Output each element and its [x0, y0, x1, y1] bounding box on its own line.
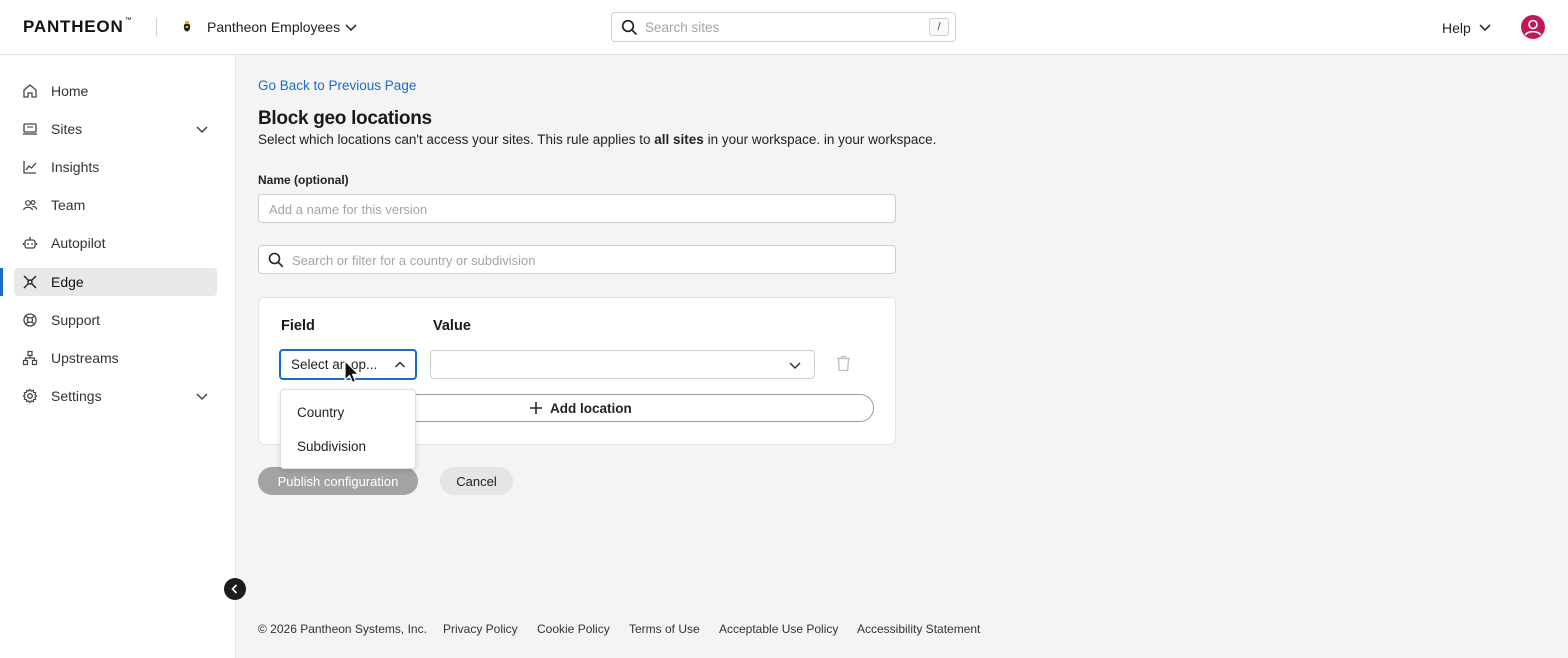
- workspace-icon: [183, 21, 191, 32]
- sidebar-item-edge[interactable]: Edge: [14, 268, 217, 296]
- sites-icon: [23, 123, 37, 135]
- sidebar-item-support[interactable]: Support: [14, 306, 217, 334]
- sidebar-item-settings[interactable]: Settings: [14, 382, 217, 410]
- mouse-cursor-icon: [344, 360, 360, 384]
- avatar[interactable]: [1521, 15, 1545, 39]
- value-column-header: Value: [433, 318, 471, 334]
- sidebar-item-label: Team: [51, 197, 86, 213]
- cookie-policy-link[interactable]: Cookie Policy: [537, 622, 610, 636]
- chevron-down-icon[interactable]: [195, 389, 209, 403]
- search-icon: [621, 19, 638, 36]
- accessibility-statement-link[interactable]: Accessibility Statement: [857, 622, 980, 636]
- insights-icon: [23, 161, 37, 174]
- user-icon: [1524, 19, 1542, 36]
- header-divider: [156, 18, 157, 36]
- description-text: Select which locations can't access your…: [258, 132, 655, 147]
- acceptable-use-policy-link[interactable]: Acceptable Use Policy: [719, 622, 838, 636]
- sidebar-item-label: Upstreams: [51, 350, 119, 366]
- chevron-up-icon: [394, 361, 406, 368]
- workspace-name[interactable]: Pantheon Employees: [207, 19, 340, 35]
- option-subdivision[interactable]: Subdivision: [297, 439, 366, 454]
- autopilot-icon: [22, 237, 38, 249]
- sidebar-item-team[interactable]: Team: [14, 191, 217, 219]
- sidebar-item-home[interactable]: Home: [14, 77, 217, 105]
- home-icon: [23, 84, 37, 98]
- cancel-button[interactable]: Cancel: [440, 467, 513, 495]
- publish-label: Publish configuration: [277, 474, 399, 489]
- sidebar-item-insights[interactable]: Insights: [14, 153, 217, 181]
- team-icon: [22, 199, 38, 211]
- page-description: Select which locations can't access your…: [258, 132, 936, 147]
- chevron-down-icon[interactable]: [1478, 20, 1492, 34]
- logo-text: PANTHEON: [23, 17, 124, 36]
- field-options-menu: Country Subdivision: [280, 389, 416, 469]
- search-shortcut-key: /: [929, 18, 949, 36]
- location-filter-placeholder: Search or filter for a country or subdiv…: [292, 253, 536, 268]
- site-search[interactable]: Search sites /: [611, 12, 956, 42]
- page-title: Block geo locations: [258, 108, 432, 129]
- cancel-label: Cancel: [456, 474, 497, 489]
- chevron-down-icon: [789, 362, 801, 370]
- search-icon: [268, 252, 284, 268]
- sidebar-item-label: Settings: [51, 388, 102, 404]
- sidebar-item-label: Autopilot: [51, 235, 106, 251]
- chevron-down-icon[interactable]: [344, 20, 358, 34]
- chevron-down-icon[interactable]: [195, 122, 209, 136]
- terms-of-use-link[interactable]: Terms of Use: [629, 622, 700, 636]
- value-select[interactable]: [430, 350, 815, 379]
- sidebar-item-upstreams[interactable]: Upstreams: [14, 344, 217, 372]
- search-placeholder: Search sites: [645, 20, 720, 35]
- back-link[interactable]: Go Back to Previous Page: [258, 78, 416, 93]
- pantheon-logo[interactable]: PANTHEON™: [23, 17, 132, 37]
- help-menu[interactable]: Help: [1442, 20, 1471, 36]
- field-column-header: Field: [281, 318, 315, 334]
- field-select-value: Select an op...: [291, 357, 378, 372]
- collapse-sidebar-button[interactable]: [224, 578, 246, 600]
- sidebar-item-sites[interactable]: Sites: [14, 115, 217, 143]
- name-field-placeholder: Add a name for this version: [269, 202, 428, 217]
- active-indicator: [0, 268, 3, 296]
- copyright: © 2026 Pantheon Systems, Inc.: [258, 622, 427, 636]
- description-text-end: in your workspace. in your workspace.: [703, 132, 937, 147]
- sidebar: Home Sites Insights Team Autopilot Edge …: [0, 55, 236, 658]
- sidebar-item-label: Insights: [51, 159, 100, 175]
- support-icon: [23, 313, 37, 327]
- location-filter-input[interactable]: Search or filter for a country or subdiv…: [258, 245, 896, 274]
- sidebar-item-autopilot[interactable]: Autopilot: [14, 229, 217, 257]
- publish-configuration-button[interactable]: Publish configuration: [258, 467, 418, 495]
- description-emphasis: all sites: [654, 132, 704, 147]
- sidebar-item-label: Sites: [51, 121, 83, 137]
- upstreams-icon: [22, 350, 38, 366]
- edge-icon: [23, 275, 37, 289]
- settings-icon: [22, 388, 38, 404]
- chevron-left-icon: [231, 584, 238, 594]
- sidebar-item-label: Edge: [51, 274, 84, 290]
- trash-icon[interactable]: [836, 355, 851, 372]
- top-header: PANTHEON™ Pantheon Employees Search site…: [0, 0, 1568, 55]
- privacy-policy-link[interactable]: Privacy Policy: [443, 622, 518, 636]
- logo-trademark: ™: [124, 17, 133, 24]
- name-field-label: Name (optional): [258, 173, 349, 187]
- add-location-label: Add location: [550, 401, 632, 416]
- plus-icon: [530, 402, 542, 414]
- sidebar-item-label: Support: [51, 312, 101, 328]
- sidebar-item-label: Home: [51, 83, 89, 99]
- name-field[interactable]: Add a name for this version: [258, 194, 896, 223]
- option-country[interactable]: Country: [297, 405, 344, 420]
